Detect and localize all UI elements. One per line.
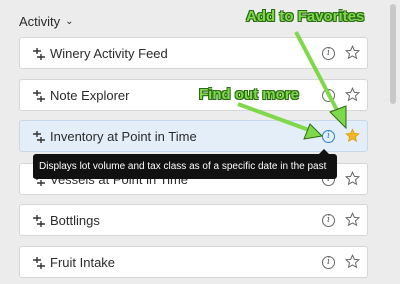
- activity-card-bottlings[interactable]: Bottlings i: [19, 204, 368, 236]
- activity-card-inventory[interactable]: Inventory at Point in Time i: [19, 120, 368, 152]
- drag-handle-icon[interactable]: [32, 214, 46, 228]
- activity-panel: Activity ⌄ Winery Activity Feed i Note E…: [0, 0, 400, 284]
- drag-handle-icon[interactable]: [32, 130, 46, 144]
- star-icon[interactable]: [345, 254, 360, 269]
- chevron-down-icon: ⌄: [65, 16, 74, 27]
- info-icon[interactable]: i: [322, 47, 335, 60]
- star-filled-icon[interactable]: [345, 128, 360, 143]
- activity-title: Activity: [19, 13, 61, 29]
- annotation-find-out-more: Find out more: [199, 86, 299, 103]
- info-icon[interactable]: i: [322, 214, 335, 227]
- scrollbar[interactable]: [390, 4, 396, 104]
- activity-card-note-explorer[interactable]: Note Explorer i: [19, 79, 368, 111]
- info-icon[interactable]: i: [322, 256, 335, 269]
- star-icon[interactable]: [345, 212, 360, 227]
- card-label: Fruit Intake: [50, 255, 116, 270]
- card-label: Note Explorer: [50, 88, 130, 103]
- activity-card-winery-feed[interactable]: Winery Activity Feed i: [19, 37, 368, 69]
- card-label: Winery Activity Feed: [50, 46, 168, 61]
- star-icon[interactable]: [345, 171, 360, 186]
- activity-dropdown[interactable]: Activity ⌄: [19, 12, 74, 30]
- card-label: Inventory at Point in Time: [50, 129, 197, 144]
- activity-card-fruit-intake[interactable]: Fruit Intake i: [19, 246, 368, 278]
- info-tooltip: Displays lot volume and tax class as of …: [33, 149, 337, 179]
- card-label: Bottlings: [50, 213, 100, 228]
- info-icon[interactable]: i: [322, 130, 335, 143]
- info-icon[interactable]: i: [322, 89, 335, 102]
- drag-handle-icon[interactable]: [32, 47, 46, 61]
- star-icon[interactable]: [345, 45, 360, 60]
- drag-handle-icon[interactable]: [32, 89, 46, 103]
- annotation-add-to-favorites: Add to Favorites: [246, 8, 365, 25]
- star-icon[interactable]: [345, 87, 360, 102]
- drag-handle-icon[interactable]: [32, 256, 46, 270]
